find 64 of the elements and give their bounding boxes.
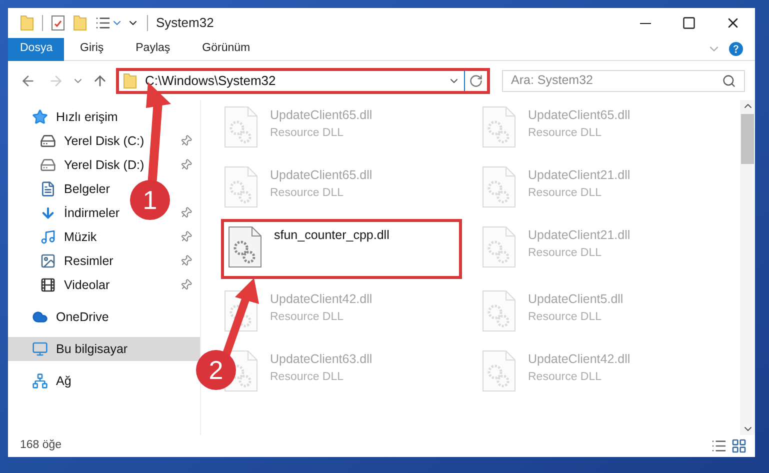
document-gears-icon bbox=[482, 350, 516, 392]
ribbon-tab[interactable]: Görünüm bbox=[186, 38, 266, 60]
search-icon bbox=[722, 74, 736, 88]
document-gears-icon bbox=[224, 106, 258, 148]
minimize-icon bbox=[640, 22, 650, 24]
ribbon-tab[interactable]: Dosya bbox=[8, 38, 64, 60]
file-type: Resource DLL bbox=[528, 370, 603, 385]
sidebar-item[interactable]: İndirmeler bbox=[40, 204, 120, 222]
file-type: Resource DLL bbox=[528, 310, 603, 325]
search-field[interactable]: Ara: System32 bbox=[511, 71, 722, 90]
folder-icon bbox=[123, 72, 137, 88]
file-type: Resource DLL bbox=[528, 126, 603, 141]
film-icon bbox=[40, 277, 56, 293]
address-bar[interactable]: C:\Windows\System32 bbox=[116, 68, 490, 94]
sidebar-item[interactable]: Yerel Disk (C:) bbox=[40, 132, 144, 150]
window-title: System32 bbox=[156, 14, 214, 32]
large-icons-view-icon[interactable] bbox=[731, 438, 747, 454]
cloud-icon bbox=[32, 309, 48, 325]
document-gears-icon bbox=[228, 226, 262, 268]
item-count: 168 öğe bbox=[20, 438, 62, 454]
details-view-icon[interactable] bbox=[711, 438, 727, 454]
document-gears-icon bbox=[482, 226, 516, 268]
sidebar-item[interactable]: Bu bilgisayar bbox=[8, 337, 200, 361]
sidebar-item[interactable]: Videolar bbox=[40, 276, 110, 294]
address-path: C:\Windows\System32 bbox=[145, 72, 277, 90]
document-gears-icon bbox=[224, 166, 258, 208]
download-icon bbox=[40, 205, 56, 221]
ribbon-tab[interactable]: Paylaş bbox=[120, 38, 186, 60]
picture-icon bbox=[40, 253, 56, 269]
file-type: Resource DLL bbox=[270, 370, 345, 385]
file-type: Resource DLL bbox=[528, 186, 603, 201]
search-box[interactable]: Ara: System32 bbox=[502, 70, 745, 92]
new-folder-icon bbox=[73, 15, 87, 31]
monitor-icon bbox=[32, 341, 48, 357]
maximize-icon bbox=[682, 16, 696, 30]
file-type: Resource DLL bbox=[270, 310, 345, 325]
file-type: Resource DLL bbox=[270, 126, 345, 141]
document-gears-icon bbox=[482, 106, 516, 148]
star-icon bbox=[32, 109, 48, 125]
file-type: Resource DLL bbox=[270, 186, 345, 201]
refresh-icon[interactable] bbox=[469, 74, 483, 88]
music-note-icon bbox=[40, 229, 56, 245]
view-list-icon[interactable] bbox=[95, 15, 111, 31]
folder-icon bbox=[20, 15, 34, 31]
file-name[interactable]: sfun_counter_cpp.dll bbox=[274, 226, 390, 245]
sidebar-item[interactable]: Belgeler bbox=[40, 180, 110, 198]
ribbon-tab[interactable]: Giriş bbox=[64, 38, 120, 60]
drive-icon bbox=[40, 133, 56, 149]
document-gears-icon bbox=[482, 290, 516, 332]
sidebar-item[interactable]: Yerel Disk (D:) bbox=[40, 156, 144, 174]
properties-icon[interactable] bbox=[51, 15, 65, 31]
document-gears-icon bbox=[482, 166, 516, 208]
scrollbar-thumb[interactable] bbox=[741, 114, 754, 164]
file-type: Resource DLL bbox=[528, 246, 603, 261]
network-icon bbox=[32, 373, 48, 389]
sidebar-item[interactable]: Resimler bbox=[40, 252, 114, 270]
sidebar-item[interactable]: OneDrive bbox=[8, 305, 200, 329]
help-icon[interactable] bbox=[729, 42, 743, 56]
back-icon[interactable] bbox=[20, 72, 36, 88]
sidebar-item[interactable]: Hızlı erişim bbox=[8, 105, 200, 129]
document-icon bbox=[40, 181, 56, 197]
sidebar-item[interactable]: Müzik bbox=[40, 228, 97, 246]
drive-icon bbox=[40, 157, 56, 173]
up-icon[interactable] bbox=[92, 72, 108, 88]
